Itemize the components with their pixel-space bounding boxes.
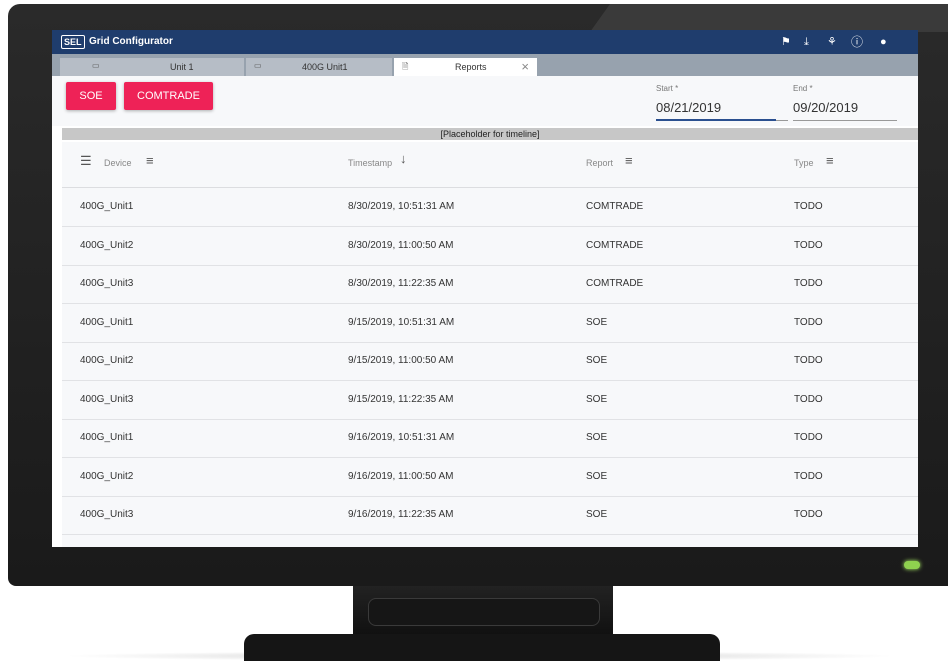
cell-device: 400G_Unit2 xyxy=(80,355,134,366)
table-row[interactable]: 400G_Unit1 9/16/2019, 10:51:31 AM SOE TODO xyxy=(62,419,918,458)
cell-timestamp: 9/16/2019, 10:51:31 AM xyxy=(348,432,455,443)
cell-device: 400G_Unit3 xyxy=(80,509,134,520)
monitor-stand-slot xyxy=(368,598,600,626)
table-row[interactable]: 400G_Unit3 9/16/2019, 11:22:35 AM SOE TODO xyxy=(62,496,918,535)
table-row[interactable]: 400G_Unit2 9/16/2019, 11:00:50 AM SOE TODO xyxy=(62,458,918,497)
cell-device: 400G_Unit2 xyxy=(80,470,134,482)
user-status-icon[interactable]: ● xyxy=(880,34,887,50)
title-bar: SEL Grid Configurator ⚑ ⤓ ⚘ ⓘ ● xyxy=(52,30,918,54)
cell-type: TODO xyxy=(794,355,823,366)
document-icon: 🗎 xyxy=(402,62,409,71)
end-date-input[interactable]: 09/20/2019 xyxy=(793,100,858,115)
column-header-report[interactable]: Report xyxy=(586,158,613,168)
cell-device: 400G_Unit3 xyxy=(80,278,134,289)
cell-timestamp: 8/30/2019, 11:22:35 AM xyxy=(348,278,454,289)
tab-label: Reports xyxy=(455,62,487,72)
device-icon: ▭ xyxy=(92,61,100,70)
tab-unit-1[interactable]: ▭ Unit 1 xyxy=(60,58,244,76)
cell-timestamp: 9/15/2019, 11:00:50 AM xyxy=(348,355,454,366)
cell-report: COMTRADE xyxy=(586,278,644,289)
help-icon[interactable]: ⓘ xyxy=(851,34,863,50)
start-date-input[interactable]: 08/21/2019 xyxy=(656,100,721,115)
sort-descending-icon[interactable]: ↓ xyxy=(400,152,407,166)
cell-report: COMTRADE xyxy=(586,201,644,212)
list-view-icon[interactable]: ☰ xyxy=(80,154,92,168)
timeline-placeholder: [Placeholder for timeline] xyxy=(62,128,918,140)
cell-report: SOE xyxy=(586,470,608,482)
sort-icon[interactable]: ≡ xyxy=(625,154,633,168)
cell-report: SOE xyxy=(586,355,608,366)
cell-device: 400G_Unit2 xyxy=(80,239,134,251)
sort-icon[interactable]: ≡ xyxy=(146,154,154,168)
start-date-label: Start * xyxy=(656,84,679,93)
cell-timestamp: 9/16/2019, 11:22:35 AM xyxy=(348,509,454,520)
cell-device: 400G_Unit1 xyxy=(80,432,134,443)
cell-device: 400G_Unit1 xyxy=(80,316,134,328)
cell-device: 400G_Unit3 xyxy=(80,393,134,405)
column-header-timestamp[interactable]: Timestamp xyxy=(348,158,392,168)
comtrade-button[interactable]: COMTRADE xyxy=(124,82,213,110)
cell-type: TODO xyxy=(794,432,823,443)
table-row[interactable]: 400G_Unit1 9/15/2019, 10:51:31 AM SOE TODO xyxy=(62,304,918,343)
table-row[interactable]: 400G_Unit2 8/30/2019, 11:00:50 AM COMTRADE… xyxy=(62,227,918,266)
cell-type: TODO xyxy=(794,470,823,482)
app-screen: SEL Grid Configurator ⚑ ⤓ ⚘ ⓘ ● ▭ Unit 1… xyxy=(52,30,918,547)
cell-report: SOE xyxy=(586,316,608,328)
cell-timestamp: 9/15/2019, 11:22:35 AM xyxy=(348,393,454,405)
app-title: Grid Configurator xyxy=(89,36,173,47)
tab-label: 400G Unit1 xyxy=(302,62,348,72)
table-row[interactable]: 400G_Unit1 8/30/2019, 10:51:31 AM COMTRADE… xyxy=(62,188,918,227)
table-row[interactable]: 400G_Unit3 9/15/2019, 11:22:35 AM SOE TODO xyxy=(62,381,918,420)
monitor-stand-base xyxy=(244,634,720,661)
cell-type: TODO xyxy=(794,278,823,289)
end-date-underline xyxy=(793,120,897,121)
reports-table: ☰ Device ≡ Timestamp ↓ Report ≡ Type ≡ 4… xyxy=(62,142,918,547)
column-header-device[interactable]: Device xyxy=(104,158,132,168)
cell-type: TODO xyxy=(794,316,823,328)
monitor-highlight xyxy=(590,4,948,32)
cell-report: SOE xyxy=(586,393,608,405)
start-date-focus-bar xyxy=(656,119,776,121)
cell-report: COMTRADE xyxy=(586,239,644,251)
cell-type: TODO xyxy=(794,201,823,212)
table-row[interactable]: 400G_Unit3 8/30/2019, 11:22:35 AM COMTRADE… xyxy=(62,265,918,304)
network-icon[interactable]: ⚘ xyxy=(827,34,837,50)
cell-timestamp: 8/30/2019, 10:51:31 AM xyxy=(348,201,455,212)
cell-report: SOE xyxy=(586,509,608,520)
tab-label: Unit 1 xyxy=(170,62,194,72)
cell-type: TODO xyxy=(794,509,823,520)
tab-reports[interactable]: 🗎 Reports × xyxy=(394,58,537,76)
column-header-type[interactable]: Type xyxy=(794,158,814,168)
tab-400g-unit1[interactable]: ▭ 400G Unit1 xyxy=(246,58,392,76)
sel-logo: SEL xyxy=(61,35,85,49)
cell-device: 400G_Unit1 xyxy=(80,201,134,212)
sort-icon[interactable]: ≡ xyxy=(826,154,834,168)
power-led-icon xyxy=(904,561,920,569)
table-header: ☰ Device ≡ Timestamp ↓ Report ≡ Type ≡ xyxy=(62,142,918,188)
cell-type: TODO xyxy=(794,393,823,405)
cell-timestamp: 8/30/2019, 11:00:50 AM xyxy=(348,239,454,251)
report-toolbar: SOE COMTRADE Start * 08/21/2019 End * 09… xyxy=(52,76,918,126)
download-icon[interactable]: ⤓ xyxy=(804,34,809,50)
close-icon[interactable]: × xyxy=(521,59,529,74)
cell-type: TODO xyxy=(794,239,823,251)
cell-timestamp: 9/15/2019, 10:51:31 AM xyxy=(348,316,455,328)
table-row[interactable]: 400G_Unit2 9/15/2019, 11:00:50 AM SOE TODO xyxy=(62,342,918,381)
device-icon: ▭ xyxy=(254,61,262,70)
cell-timestamp: 9/16/2019, 11:00:50 AM xyxy=(348,470,454,482)
tab-bar: ▭ Unit 1 ▭ 400G Unit1 🗎 Reports × xyxy=(52,54,918,76)
soe-button[interactable]: SOE xyxy=(66,82,116,110)
cell-report: SOE xyxy=(586,432,608,443)
end-date-label: End * xyxy=(793,84,813,93)
flag-icon[interactable]: ⚑ xyxy=(781,34,791,50)
